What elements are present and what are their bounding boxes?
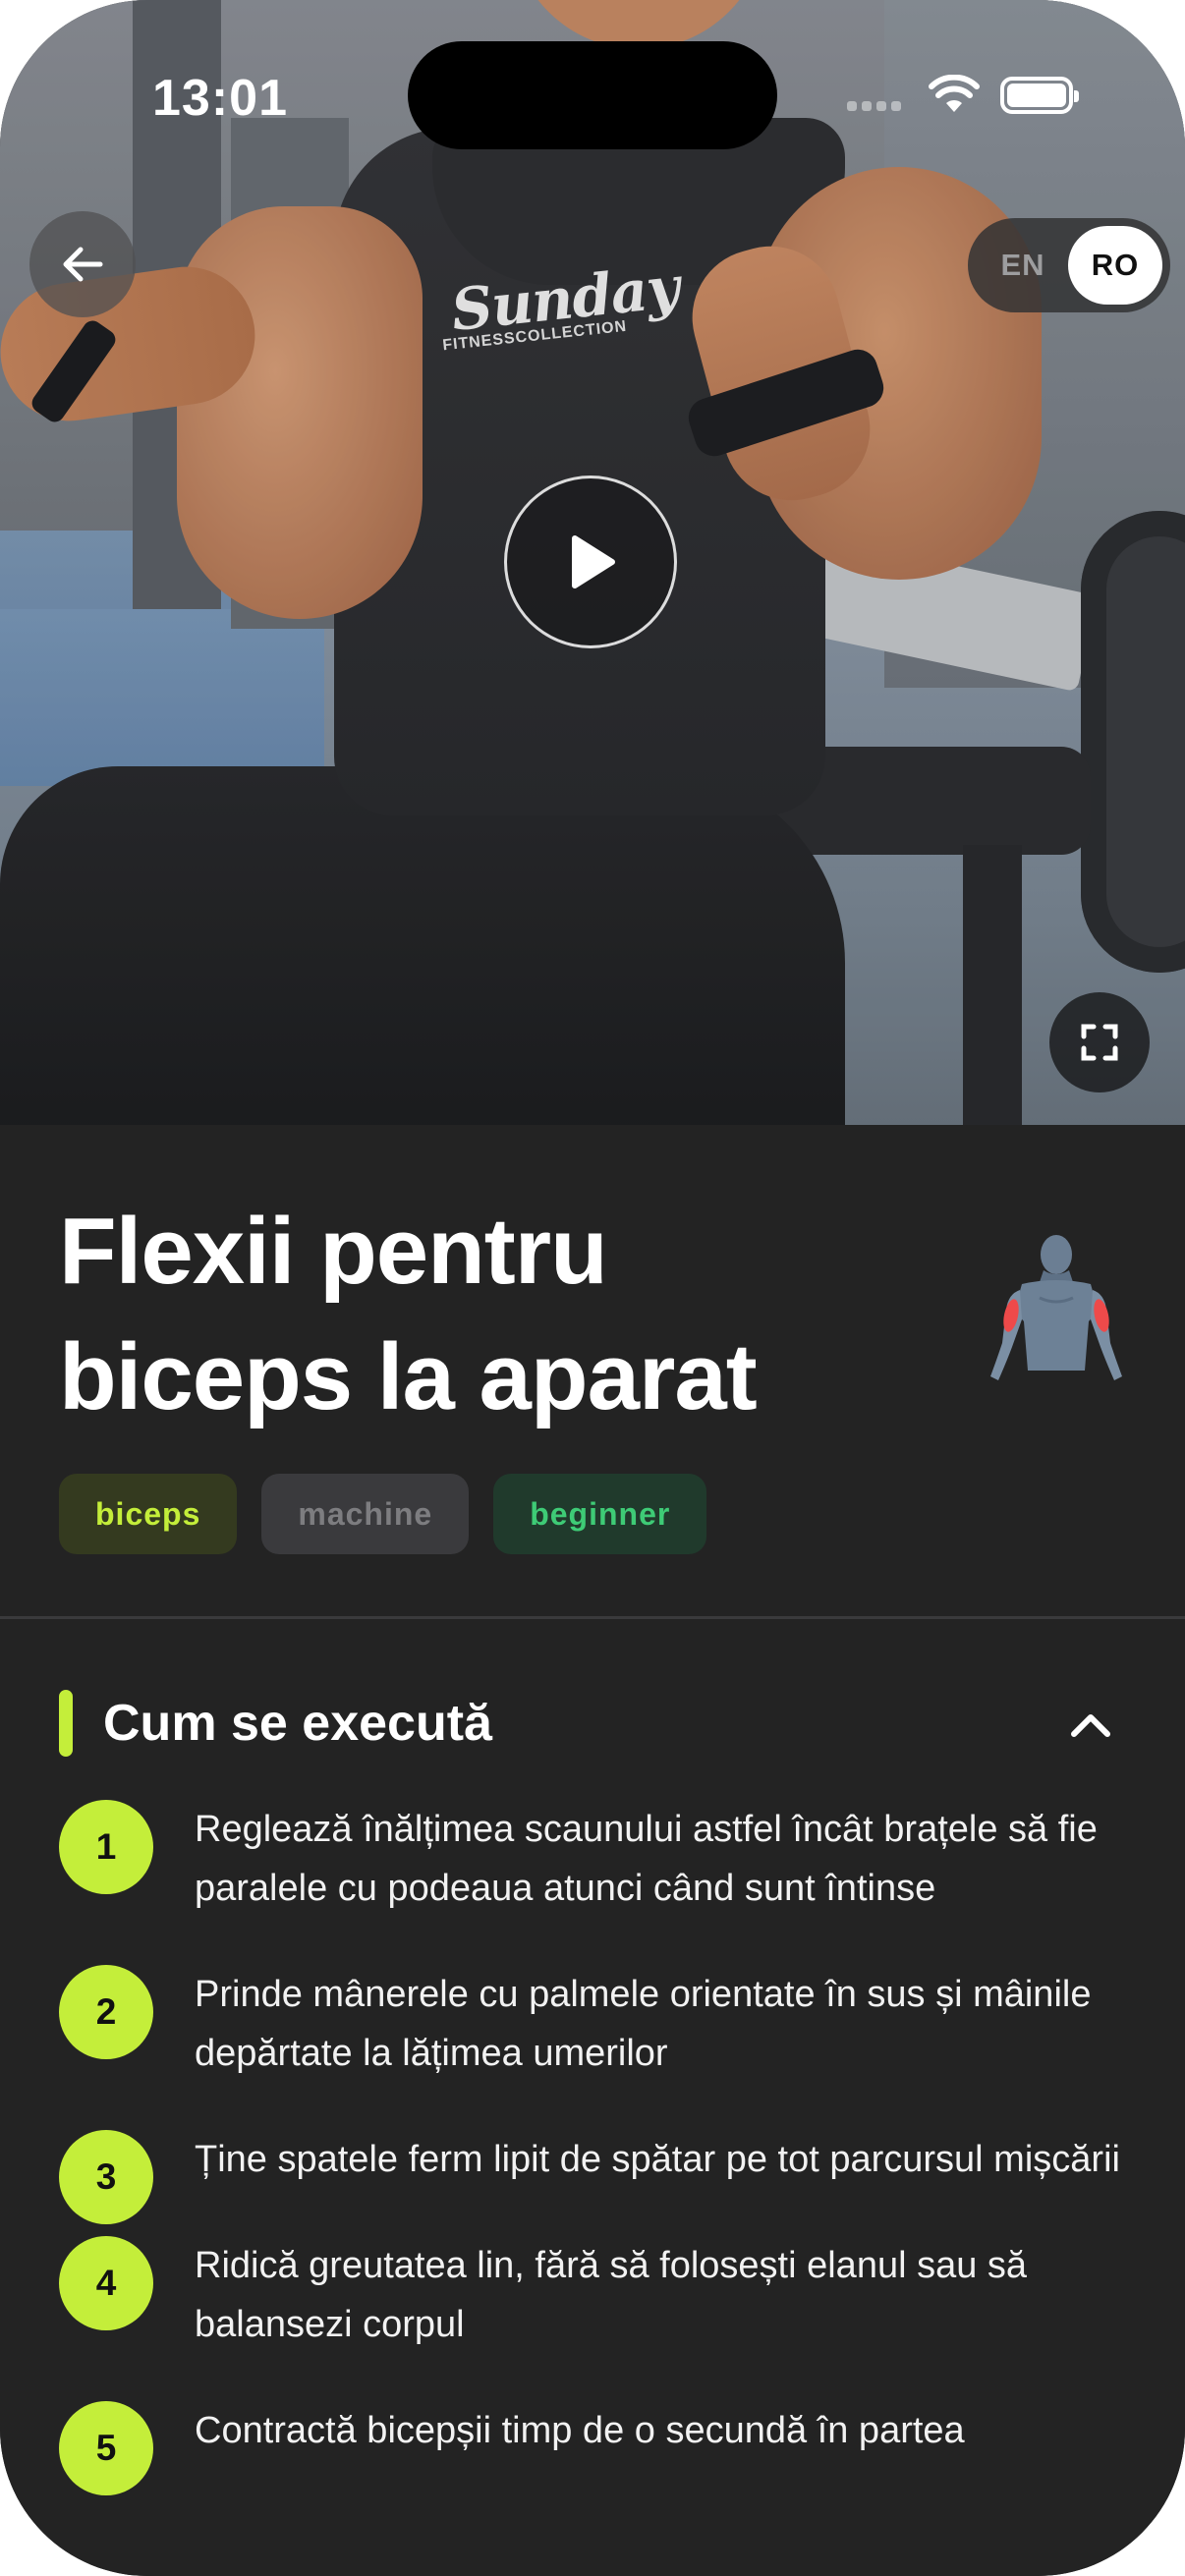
language-option-ro[interactable]: RO — [1068, 226, 1162, 305]
tag-machine[interactable]: machine — [261, 1474, 470, 1554]
muscle-biceps-icon — [990, 1235, 1122, 1380]
exercise-title: Flexii pentru biceps la aparat — [59, 1199, 758, 1429]
section-title[interactable]: Cum se execută — [103, 1690, 492, 1757]
step-text: Ridică greutatea lin, fără să folosești … — [195, 2245, 1028, 2345]
step-item: 2 Prinde mânerele cu palmele orientate î… — [59, 1965, 1130, 2083]
step-item: 1 Reglează înălțimea scaunului astfel în… — [59, 1800, 1130, 1918]
section-accent-bar — [59, 1690, 73, 1757]
play-icon — [572, 535, 615, 588]
wifi-icon — [929, 75, 980, 112]
chevron-up-icon[interactable] — [1066, 1705, 1115, 1744]
tag-beginner[interactable]: beginner — [493, 1474, 707, 1554]
tag-biceps[interactable]: biceps — [59, 1474, 238, 1554]
back-button[interactable] — [29, 211, 136, 317]
step-number: 5 — [59, 2401, 153, 2495]
step-number: 2 — [59, 1965, 153, 2059]
battery-icon — [1000, 77, 1079, 114]
fullscreen-icon — [1081, 1024, 1118, 1061]
step-text: Ține spatele ferm lipit de spătar pe tot… — [195, 2139, 1120, 2180]
step-text: Contractă bicepșii timp de o secundă în … — [195, 2410, 965, 2451]
signal-icon — [847, 98, 906, 112]
phone-screen: Sunday FITNESSCOLLECTION 13:01 EN RO Fle… — [0, 0, 1185, 2576]
dynamic-island — [408, 41, 777, 149]
status-time: 13:01 — [152, 70, 288, 127]
step-item: 5 Contractă bicepșii timp de o secundă î… — [59, 2401, 1130, 2495]
fullscreen-button[interactable] — [1049, 992, 1150, 1092]
play-button[interactable] — [504, 476, 677, 648]
steps-list: 1 Reglează înălțimea scaunului astfel în… — [59, 1800, 1130, 2507]
step-number: 1 — [59, 1800, 153, 1894]
step-item: 3 Ține spatele ferm lipit de spătar pe t… — [59, 2130, 1130, 2224]
language-toggle[interactable]: EN RO — [968, 218, 1170, 312]
step-number: 4 — [59, 2236, 153, 2330]
step-number: 3 — [59, 2130, 153, 2224]
back-arrow-icon — [63, 247, 103, 282]
step-text: Prinde mânerele cu palmele orientate în … — [195, 1974, 1092, 2074]
language-option-en[interactable]: EN — [976, 226, 1070, 305]
step-text: Reglează înălțimea scaunului astfel încâ… — [195, 1809, 1098, 1909]
step-item: 4 Ridică greutatea lin, fără să foloseșt… — [59, 2236, 1130, 2354]
exercise-tags: biceps machine beginner — [59, 1474, 707, 1554]
divider — [0, 1616, 1185, 1619]
exercise-video[interactable]: Sunday FITNESSCOLLECTION — [0, 0, 1185, 1125]
